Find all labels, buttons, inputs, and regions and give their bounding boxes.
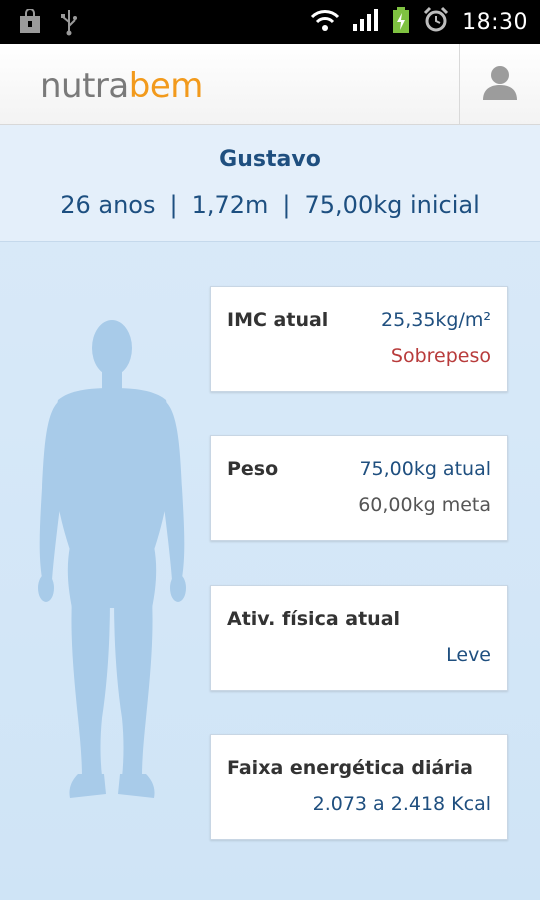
user-age: 26 anos	[60, 191, 156, 219]
user-height: 1,72m	[191, 191, 269, 219]
alarm-clock-icon	[422, 6, 450, 38]
user-name: Gustavo	[219, 147, 321, 172]
profile-button[interactable]	[459, 44, 540, 124]
user-summary: Gustavo 26 anos | 1,72m | 75,00kg inicial	[0, 125, 540, 242]
user-stats: 26 anos | 1,72m | 75,00kg inicial	[0, 191, 540, 219]
atividade-label: Ativ. física atual	[227, 608, 401, 630]
wifi-icon	[310, 8, 340, 36]
app-logo[interactable]: nutrabem	[40, 66, 203, 106]
peso-label: Peso	[227, 458, 279, 480]
energia-value: 2.073 a 2.418 Kcal	[312, 793, 491, 815]
peso-goal: 60,00kg meta	[358, 494, 491, 516]
energia-label: Faixa energética diária	[227, 757, 473, 779]
separator: |	[169, 191, 178, 219]
peso-card[interactable]: Peso 75,00kg atual 60,00kg meta	[210, 435, 508, 541]
logo-text-bem: bem	[128, 66, 204, 106]
shopping-bag-icon	[18, 8, 42, 39]
user-initial-weight: 75,00kg inicial	[304, 191, 480, 219]
imc-card[interactable]: IMC atual 25,35kg/m² Sobrepeso	[210, 286, 508, 392]
signal-icon	[352, 8, 380, 36]
energia-card[interactable]: Faixa energética diária 2.073 a 2.418 Kc…	[210, 734, 508, 840]
clock-time: 18:30	[462, 9, 528, 35]
imc-value: 25,35kg/m²	[381, 309, 491, 331]
body-silhouette-icon	[30, 318, 190, 806]
usb-icon	[60, 8, 78, 40]
status-bar: 18:30	[0, 0, 540, 44]
atividade-value: Leve	[446, 644, 491, 666]
logo-text-nutra: nutra	[40, 66, 129, 106]
imc-status: Sobrepeso	[390, 345, 491, 367]
app-bar: nutrabem	[0, 44, 540, 125]
peso-current: 75,00kg atual	[359, 458, 491, 480]
separator: |	[282, 191, 291, 219]
user-icon	[480, 62, 520, 106]
imc-label: IMC atual	[227, 309, 329, 331]
battery-charging-icon	[392, 6, 410, 38]
atividade-card[interactable]: Ativ. física atual Leve	[210, 585, 508, 691]
